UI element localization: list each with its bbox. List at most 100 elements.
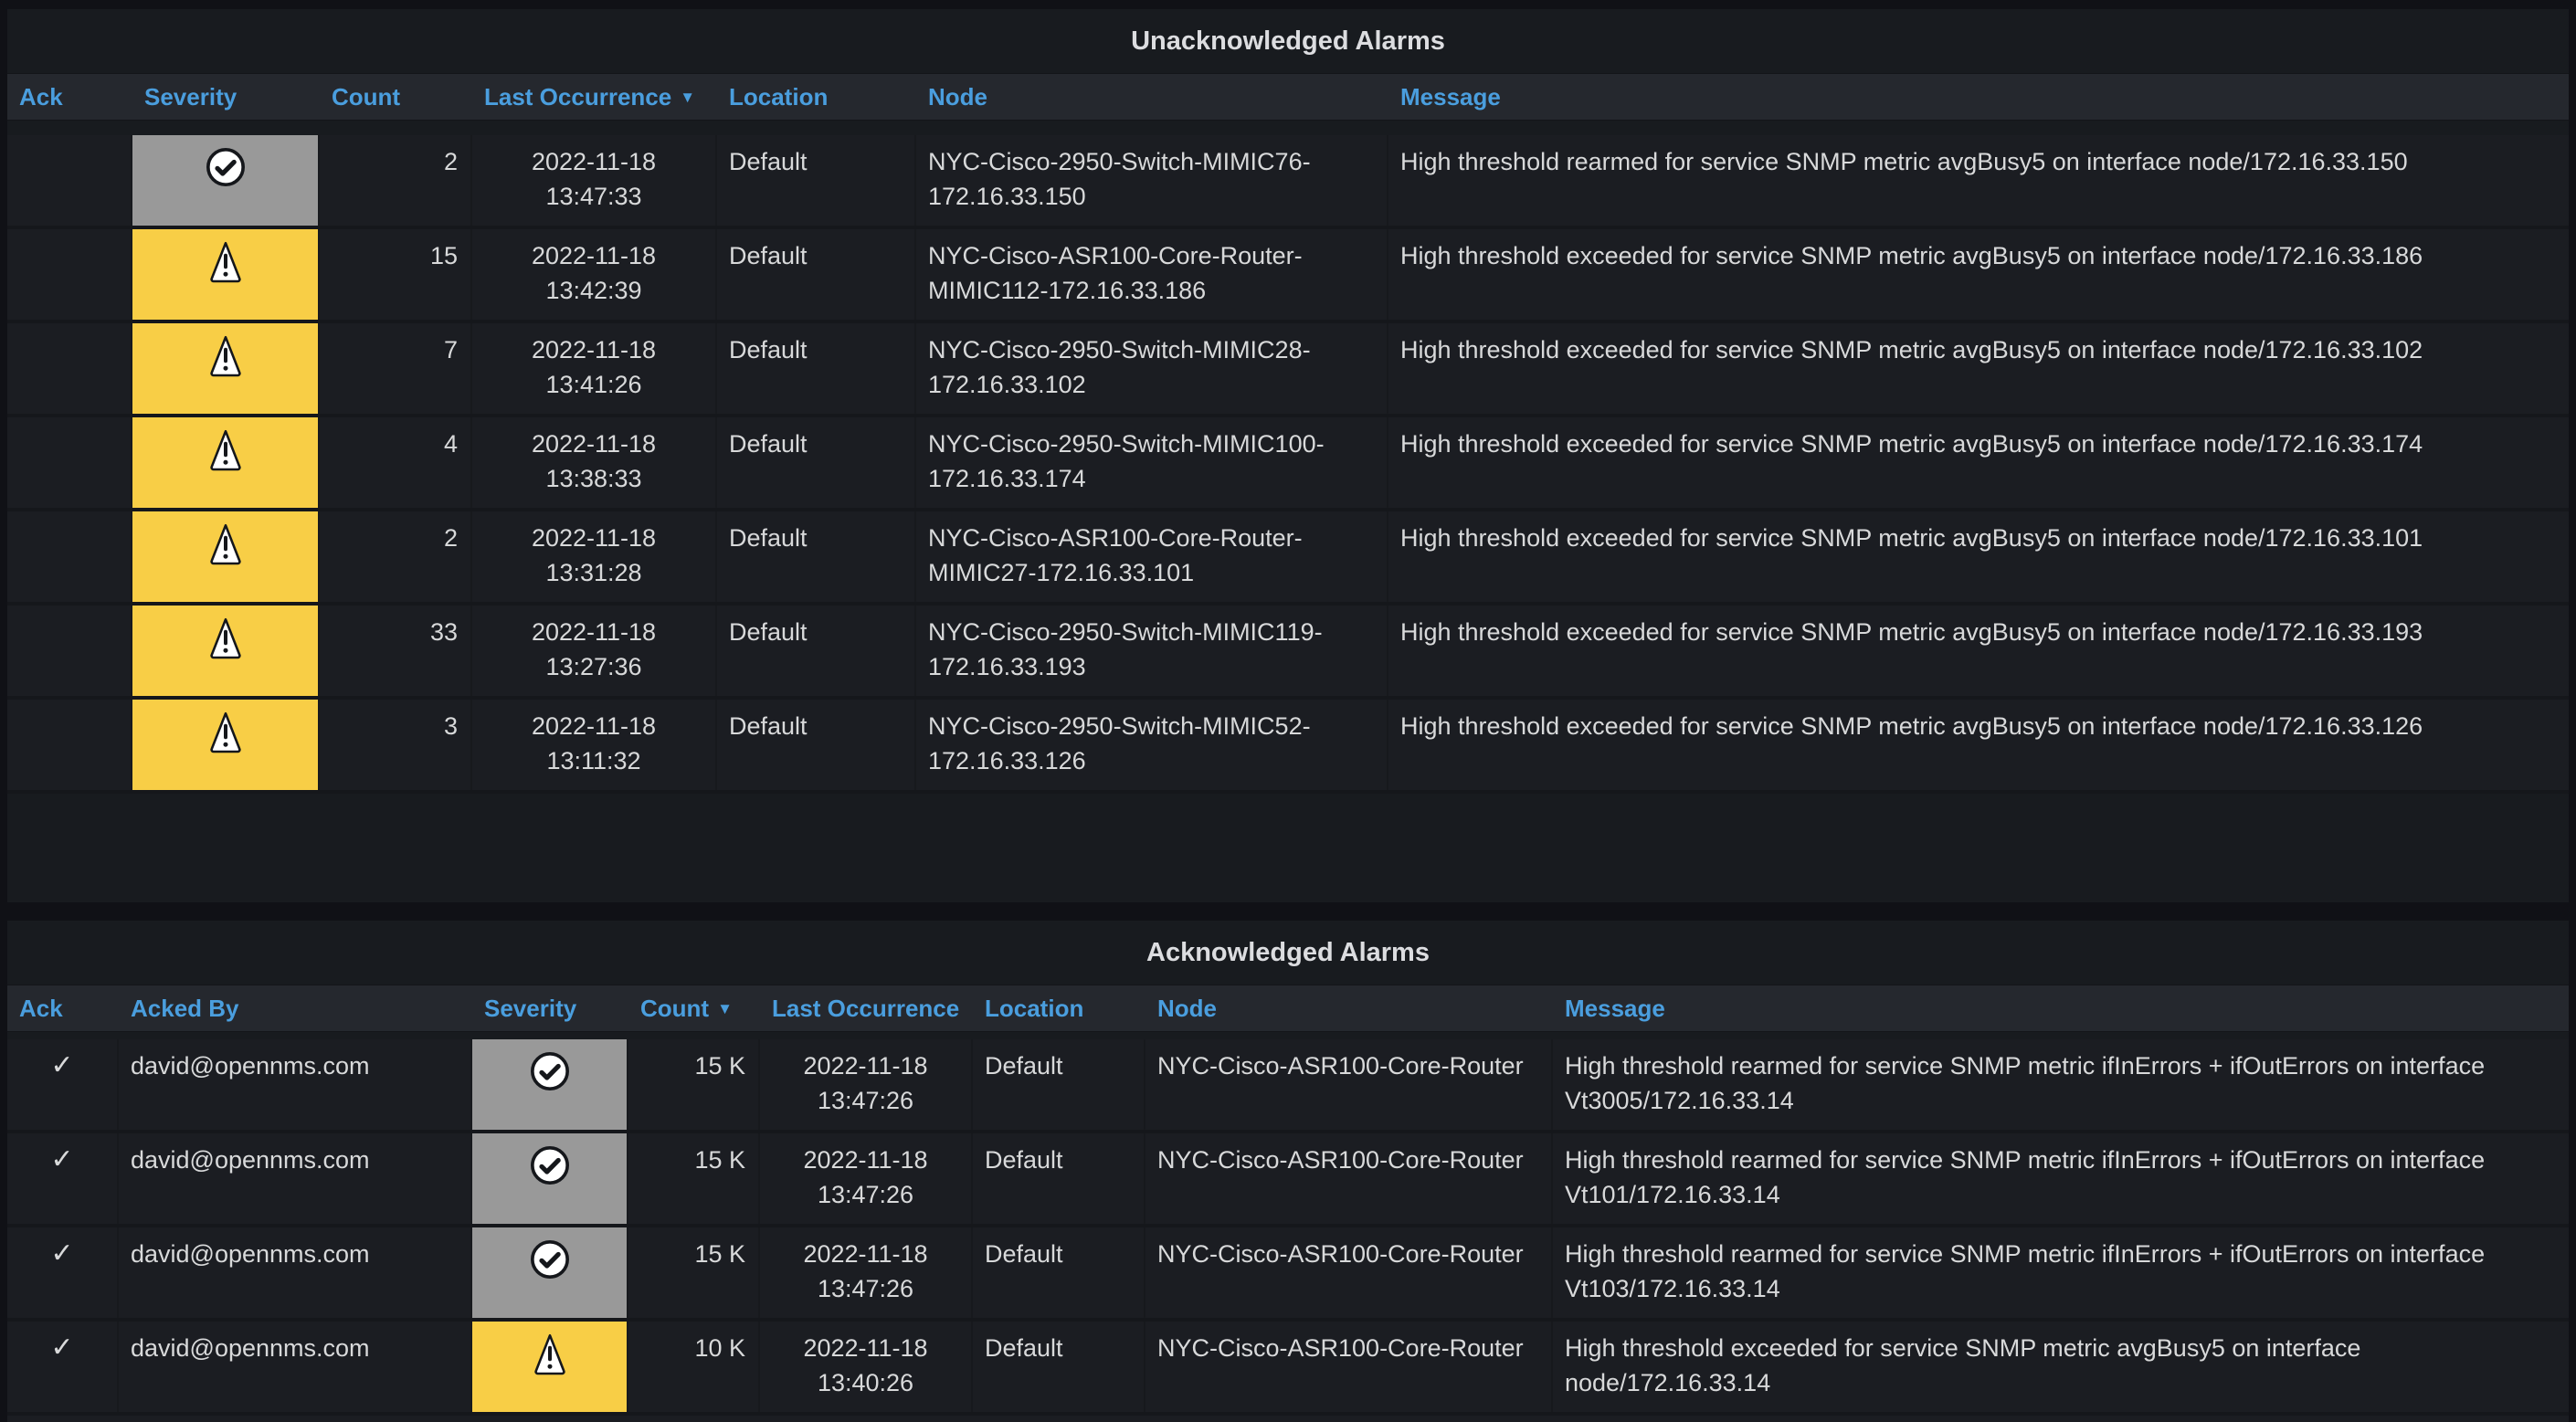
- column-header-location[interactable]: Location: [973, 995, 1145, 1023]
- count-cell: 3: [320, 700, 472, 790]
- panel-title-unacknowledged[interactable]: Unacknowledged Alarms: [7, 9, 2569, 73]
- column-header-message[interactable]: Message: [1553, 995, 2569, 1023]
- column-header-acked-by[interactable]: Acked By: [119, 995, 472, 1023]
- severity-cell: [132, 700, 320, 790]
- ack-cell: ✓: [7, 1227, 119, 1318]
- message-cell: High threshold exceeded for service SNMP…: [1388, 323, 2569, 414]
- alarm-row[interactable]: 22022-11-1813:47:33DefaultNYC-Cisco-2950…: [7, 135, 2569, 229]
- column-header-last-occurrence[interactable]: Last Occurrence▼: [472, 83, 717, 111]
- date-text: 2022-11-18: [476, 144, 712, 179]
- date-text: 2022-11-18: [476, 332, 712, 367]
- node-cell: NYC-Cisco-ASR100-Core-Router: [1145, 1039, 1553, 1130]
- node-cell: NYC-Cisco-ASR100-Core-Router-MIMIC27-172…: [916, 511, 1388, 602]
- severity-cell: [472, 1039, 628, 1130]
- column-header-label: Acked By: [131, 995, 239, 1022]
- ack-check-icon: ✓: [50, 1144, 73, 1174]
- severity-badge: [472, 1039, 627, 1130]
- ack-cell: ✓: [7, 1133, 119, 1224]
- warning-triangle-icon: [209, 428, 242, 472]
- column-header-label: Location: [985, 995, 1083, 1022]
- caret-down-icon: ▼: [717, 1000, 733, 1018]
- alarm-row[interactable]: 332022-11-1813:27:36DefaultNYC-Cisco-295…: [7, 606, 2569, 700]
- location-cell: Default: [717, 606, 916, 696]
- column-header-node[interactable]: Node: [916, 83, 1388, 111]
- ack-cell: ✓: [7, 1322, 119, 1412]
- column-header-count[interactable]: Count▼: [628, 995, 760, 1023]
- severity-badge: [472, 1322, 627, 1412]
- panel-title-acknowledged[interactable]: Acknowledged Alarms: [7, 921, 2569, 985]
- location-cell: Default: [973, 1039, 1145, 1130]
- severity-cell: [132, 417, 320, 508]
- severity-badge: [132, 323, 318, 414]
- column-header-node[interactable]: Node: [1145, 995, 1553, 1023]
- alarm-row[interactable]: ✓david@opennms.com15 K2022-11-1813:47:26…: [7, 1133, 2569, 1227]
- alarm-row[interactable]: 42022-11-1813:38:33DefaultNYC-Cisco-2950…: [7, 417, 2569, 511]
- severity-badge: [132, 135, 318, 226]
- warning-triangle-icon: [209, 240, 242, 284]
- acked-by-cell: david@opennms.com: [119, 1039, 472, 1130]
- alarm-row[interactable]: 152022-11-1813:42:39DefaultNYC-Cisco-ASR…: [7, 229, 2569, 323]
- severity-cell: [132, 229, 320, 320]
- time-text: 13:41:26: [476, 367, 712, 402]
- time-text: 13:27:36: [476, 649, 712, 684]
- location-cell: Default: [973, 1227, 1145, 1318]
- time-text: 13:42:39: [476, 273, 712, 308]
- column-header-ack[interactable]: Ack: [7, 83, 132, 111]
- alarm-row[interactable]: 72022-11-1813:41:26DefaultNYC-Cisco-2950…: [7, 323, 2569, 417]
- ack-cell: [7, 417, 132, 508]
- ack-cell: [7, 700, 132, 790]
- severity-badge: [472, 1133, 627, 1224]
- date-text: 2022-11-18: [764, 1048, 967, 1083]
- column-header-severity[interactable]: Severity: [132, 83, 320, 111]
- column-header-last-occurrence[interactable]: Last Occurrence: [760, 995, 973, 1023]
- location-cell: Default: [717, 323, 916, 414]
- alarm-row[interactable]: ✓david@opennms.com15 K2022-11-1813:47:26…: [7, 1039, 2569, 1133]
- alarm-row-partial[interactable]: [7, 1416, 2569, 1422]
- ack-cell: [7, 229, 132, 320]
- grafana-dashboard: { "severity_colors": { "cleared": "#9999…: [0, 0, 2576, 1422]
- message-cell: High threshold exceeded for service SNMP…: [1388, 229, 2569, 320]
- message-cell: High threshold exceeded for service SNMP…: [1388, 700, 2569, 790]
- date-text: 2022-11-18: [764, 1237, 967, 1271]
- location-cell: Default: [973, 1322, 1145, 1412]
- date-text: 2022-11-18: [476, 709, 712, 743]
- table-body: 22022-11-1813:47:33DefaultNYC-Cisco-2950…: [7, 121, 2569, 794]
- acknowledged-alarms-table: Ack Acked By SeverityCount▼Last Occurrence…: [7, 985, 2569, 1422]
- node-cell: NYC-Cisco-ASR100-Core-Router: [1145, 1322, 1553, 1412]
- last-occurrence-cell: 2022-11-1813:47:26: [760, 1227, 973, 1318]
- column-header-label: Ack: [19, 83, 63, 111]
- node-cell: NYC-Cisco-2950-Switch-MIMIC76-172.16.33.…: [916, 135, 1388, 226]
- column-header-message[interactable]: Message: [1388, 83, 2569, 111]
- column-header-location[interactable]: Location: [717, 83, 916, 111]
- last-occurrence-cell: 2022-11-1813:42:39: [472, 229, 717, 320]
- column-header-severity[interactable]: Severity: [472, 995, 628, 1023]
- message-cell: High threshold rearmed for service SNMP …: [1553, 1133, 2569, 1224]
- last-occurrence-cell: 2022-11-1813:40:26: [760, 1322, 973, 1412]
- date-text: 2022-11-18: [476, 615, 712, 649]
- message-cell: High threshold exceeded for service SNMP…: [1388, 606, 2569, 696]
- message-cell: High threshold exceeded for service SNMP…: [1553, 1322, 2569, 1412]
- location-cell: Default: [717, 700, 916, 790]
- count-cell: 2: [320, 135, 472, 226]
- column-header-ack[interactable]: Ack: [7, 995, 119, 1023]
- table-header-row: Ack Severity Count Last Occurrence▼Location…: [7, 73, 2569, 121]
- alarm-row[interactable]: ✓david@opennms.com10 K2022-11-1813:40:26…: [7, 1322, 2569, 1416]
- alarm-row[interactable]: 32022-11-1813:11:32DefaultNYC-Cisco-2950…: [7, 700, 2569, 794]
- acked-by-cell: david@opennms.com: [119, 1227, 472, 1318]
- column-header-label: Count: [332, 83, 400, 111]
- column-header-count[interactable]: Count: [320, 83, 472, 111]
- check-circle-icon: [205, 146, 247, 188]
- alarm-row[interactable]: 22022-11-1813:31:28DefaultNYC-Cisco-ASR1…: [7, 511, 2569, 606]
- last-occurrence-cell: 2022-11-1813:27:36: [472, 606, 717, 696]
- last-occurrence-cell: 2022-11-1813:47:26: [760, 1133, 973, 1224]
- count-cell: 7: [320, 323, 472, 414]
- count-cell: 15 K: [628, 1227, 760, 1318]
- alarm-row[interactable]: ✓david@opennms.com 15 K2022-11-1813:47:26…: [7, 1227, 2569, 1322]
- count-cell: 10 K: [628, 1322, 760, 1412]
- ack-check-icon: ✓: [50, 1332, 73, 1363]
- date-text: 2022-11-18: [476, 238, 712, 273]
- count-cell: 15 K: [628, 1133, 760, 1224]
- date-text: 2022-11-18: [476, 521, 712, 555]
- node-cell: NYC-Cisco-2950-Switch-MIMIC52-172.16.33.…: [916, 700, 1388, 790]
- column-header-label: Last Occurrence: [484, 83, 671, 111]
